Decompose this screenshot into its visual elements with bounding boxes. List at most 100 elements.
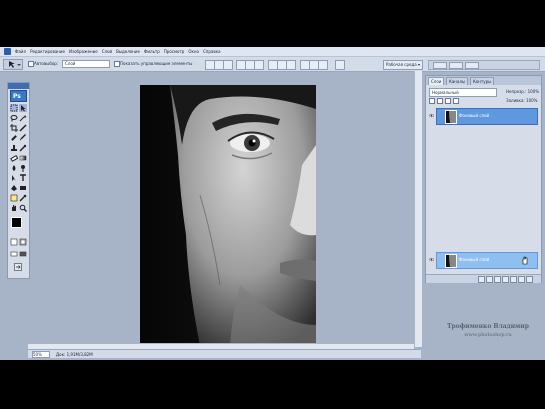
menu-file[interactable]: Файл bbox=[15, 49, 26, 54]
zoom-field[interactable]: 50% bbox=[32, 351, 50, 358]
watermark-url: www.photoshop.ru bbox=[464, 332, 512, 338]
new-layer-icon[interactable] bbox=[518, 276, 525, 283]
tab-channels[interactable]: Каналы bbox=[446, 77, 469, 85]
clone-stamp-tool-icon[interactable] bbox=[10, 144, 18, 152]
menu-filter[interactable]: Фильтр bbox=[144, 49, 160, 54]
palette-well-tab[interactable] bbox=[465, 62, 479, 69]
zoom-tool-icon[interactable] bbox=[19, 204, 27, 212]
layer-group-icon[interactable] bbox=[510, 276, 517, 283]
eye-icon[interactable] bbox=[429, 257, 434, 262]
auto-align-icon[interactable] bbox=[335, 60, 345, 70]
autoselect-label: Автовыбор: bbox=[34, 61, 59, 66]
marquee-tool-icon[interactable] bbox=[10, 104, 18, 112]
layer-row[interactable]: Фоновый слой bbox=[429, 252, 538, 269]
panel-tabs: Слои Каналы Контуры bbox=[426, 76, 541, 85]
quick-mask-on-icon[interactable] bbox=[19, 238, 27, 246]
layer-style-icon[interactable] bbox=[486, 276, 493, 283]
pen-tool-icon[interactable] bbox=[10, 184, 18, 192]
document-canvas[interactable] bbox=[140, 85, 316, 346]
palette-well-tab[interactable] bbox=[433, 62, 447, 69]
fill-control[interactable]: Заливка: 100% bbox=[506, 97, 538, 104]
eraser-tool-icon[interactable] bbox=[10, 154, 18, 162]
tab-layers[interactable]: Слои bbox=[428, 77, 445, 85]
opacity-label: Непрозр.: bbox=[506, 89, 527, 94]
menu-help[interactable]: Справка bbox=[203, 49, 221, 54]
palette-well bbox=[428, 60, 540, 70]
hand-tool-icon[interactable] bbox=[10, 204, 18, 212]
layer-name: Фоновый слой bbox=[459, 257, 490, 262]
layer-thumbnail bbox=[445, 254, 457, 268]
menu-view[interactable]: Просмотр bbox=[164, 49, 185, 54]
adjustment-layer-icon[interactable] bbox=[502, 276, 509, 283]
photoshop-logo-icon bbox=[4, 48, 11, 55]
lock-row bbox=[429, 97, 499, 104]
lock-position-checkbox[interactable] bbox=[445, 98, 451, 104]
align-bottom-icon[interactable] bbox=[223, 60, 233, 70]
notes-tool-icon[interactable] bbox=[10, 194, 18, 202]
layer-thumbnail bbox=[445, 110, 457, 124]
opacity-control[interactable]: Непрозр.: 100% bbox=[506, 88, 539, 95]
move-tool-icon[interactable] bbox=[19, 104, 27, 112]
toolbox-header[interactable] bbox=[8, 83, 29, 89]
menu-bar: Файл Редактирование Изображение Слой Выд… bbox=[0, 47, 545, 57]
menu-items: Файл Редактирование Изображение Слой Выд… bbox=[15, 49, 221, 54]
type-tool-icon[interactable] bbox=[19, 174, 27, 182]
layer-name: Фоновый слой bbox=[459, 113, 490, 118]
fill-value[interactable]: 100% bbox=[526, 98, 537, 103]
fullscreen-mode-icon[interactable] bbox=[19, 250, 27, 258]
screen-mode-icon[interactable] bbox=[10, 250, 18, 258]
move-tool-icon bbox=[9, 61, 21, 68]
lock-transparency-checkbox[interactable] bbox=[429, 98, 435, 104]
autoselect-select[interactable]: Слой bbox=[62, 60, 110, 68]
show-controls-label: Показать управляющие элементы bbox=[120, 61, 193, 66]
palette-well-tab[interactable] bbox=[449, 62, 463, 69]
quick-mask-off-icon[interactable] bbox=[10, 238, 18, 246]
autoselect-value: Слой bbox=[65, 61, 76, 66]
watermark: Трофименко Владимир www.photoshop.ru bbox=[433, 323, 543, 339]
slice-tool-icon[interactable] bbox=[19, 124, 27, 132]
jump-to-imageready-icon[interactable] bbox=[14, 263, 22, 271]
magic-wand-tool-icon[interactable] bbox=[19, 114, 27, 122]
distribute-right-icon[interactable] bbox=[318, 60, 328, 70]
tool-preset-picker[interactable] bbox=[3, 59, 23, 70]
path-selection-tool-icon[interactable] bbox=[10, 174, 18, 182]
eye-icon[interactable] bbox=[429, 113, 434, 118]
dodge-tool-icon[interactable] bbox=[19, 164, 27, 172]
portrait-photo bbox=[140, 85, 316, 346]
delete-layer-icon[interactable] bbox=[526, 276, 533, 283]
eyedropper-tool-icon[interactable] bbox=[19, 194, 27, 202]
lock-all-checkbox[interactable] bbox=[453, 98, 459, 104]
menu-layer[interactable]: Слой bbox=[102, 49, 112, 54]
crop-tool-icon[interactable] bbox=[10, 124, 18, 132]
gradient-tool-icon[interactable] bbox=[19, 154, 27, 162]
vertical-scrollbar[interactable] bbox=[414, 71, 422, 347]
photoshop-window: Файл Редактирование Изображение Слой Выд… bbox=[0, 47, 545, 360]
history-brush-tool-icon[interactable] bbox=[19, 144, 27, 152]
opacity-value[interactable]: 100% bbox=[528, 89, 539, 94]
brush-tool-icon[interactable] bbox=[19, 134, 27, 142]
options-bar: Автовыбор: Слой Показать управляющие эле… bbox=[0, 57, 545, 72]
workspace-button[interactable]: Рабочая среда ▾ bbox=[383, 60, 423, 70]
layer-row[interactable]: Фоновый слой bbox=[429, 108, 538, 125]
foreground-color-swatch[interactable] bbox=[11, 217, 22, 228]
menu-image[interactable]: Изображение bbox=[69, 49, 98, 54]
lock-pixels-checkbox[interactable] bbox=[437, 98, 443, 104]
menu-window[interactable]: Окно bbox=[188, 49, 199, 54]
menu-select[interactable]: Выделение bbox=[116, 49, 140, 54]
layer-mask-icon[interactable] bbox=[494, 276, 501, 283]
menu-edit[interactable]: Редактирование bbox=[30, 49, 65, 54]
align-right-icon[interactable] bbox=[254, 60, 264, 70]
healing-brush-tool-icon[interactable] bbox=[10, 134, 18, 142]
status-bar: 50% Док: 1,91M/3,82M bbox=[28, 349, 421, 358]
link-layers-icon[interactable] bbox=[478, 276, 485, 283]
panel-bottom-bar bbox=[426, 274, 541, 283]
distribute-bottom-icon[interactable] bbox=[286, 60, 296, 70]
fill-label: Заливка: bbox=[506, 98, 525, 103]
tab-paths[interactable]: Контуры bbox=[470, 77, 495, 85]
blend-mode-select[interactable]: Нормальный bbox=[429, 88, 497, 97]
lasso-tool-icon[interactable] bbox=[10, 114, 18, 122]
blur-tool-icon[interactable] bbox=[10, 164, 18, 172]
layers-panel: Слои Каналы Контуры Нормальный Непрозр.:… bbox=[425, 75, 542, 283]
shape-tool-icon[interactable] bbox=[19, 184, 27, 192]
photoshop-badge-icon: Ps bbox=[10, 90, 27, 102]
